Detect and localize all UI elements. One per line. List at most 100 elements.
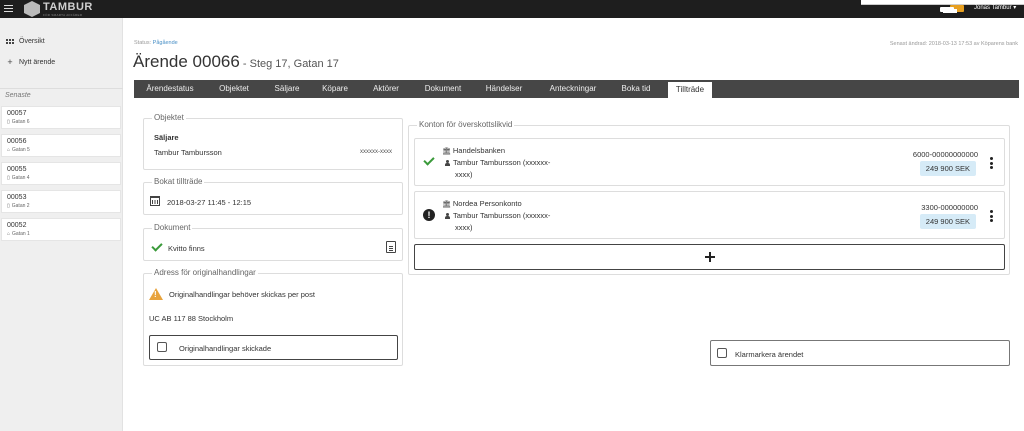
amount-badge: 249 900 SEK bbox=[919, 161, 976, 176]
tab-aktorer[interactable]: Aktörer bbox=[364, 80, 408, 98]
account-number: 6000-00000000000 bbox=[912, 150, 978, 159]
document-icon: ▯ bbox=[7, 203, 10, 209]
bank-icon: 🏛 bbox=[442, 148, 451, 155]
dokument-card: Dokument Kvitto finns bbox=[143, 223, 403, 261]
document-icon: ▯ bbox=[7, 175, 10, 181]
tab-handelser[interactable]: Händelser bbox=[478, 80, 530, 98]
recent-item[interactable]: 00052 ⌂ Gatan 1 bbox=[1, 218, 121, 241]
logo-mark-icon bbox=[24, 1, 40, 17]
user-name: Jonas Tambur bbox=[974, 5, 1012, 11]
recent-item[interactable]: 00057 ▯ Gatan 6 bbox=[1, 106, 121, 129]
sidebar-item-label: Nytt ärende bbox=[19, 58, 56, 66]
grid-icon bbox=[6, 38, 14, 44]
check-icon bbox=[423, 154, 435, 166]
notification-flag-icon[interactable] bbox=[940, 5, 964, 13]
recent-item-number: 00055 bbox=[7, 166, 27, 173]
recent-item-address: Gatan 6 bbox=[11, 119, 30, 125]
bank-icon: 🏛 bbox=[442, 201, 451, 208]
status-line: Status: Pågående bbox=[134, 40, 178, 46]
tab-dokument[interactable]: Dokument bbox=[416, 80, 470, 98]
account-owner-cont: xxxx) bbox=[455, 223, 473, 232]
tab-anteckningar[interactable]: Anteckningar bbox=[539, 80, 607, 98]
tab-bar: Ärendestatus Objektet Säljare Köpare Akt… bbox=[134, 80, 1019, 98]
status-value[interactable]: Pågående bbox=[153, 40, 178, 46]
tab-boka-tid[interactable]: Boka tid bbox=[614, 80, 658, 98]
tab-kopare[interactable]: Köpare bbox=[314, 80, 356, 98]
warning-icon bbox=[149, 288, 163, 300]
document-icon[interactable] bbox=[386, 241, 396, 253]
user-icon bbox=[445, 213, 450, 219]
originals-sent-label: Originalhandlingar skickade bbox=[179, 344, 272, 353]
sidebar: Översikt + Nytt ärende Senaste 00057 ▯ Ga… bbox=[0, 18, 123, 431]
account-row: ! 🏛 Nordea Personkonto Tambur Tambursson … bbox=[414, 191, 1005, 239]
status-label: Status: bbox=[134, 40, 152, 46]
user-icon bbox=[445, 160, 450, 166]
user-menu[interactable]: Jonas Tambur ▾ bbox=[974, 4, 1016, 11]
bank-name: Nordea Personkonto bbox=[452, 199, 522, 208]
logo[interactable]: TAMBUR FÖR SMARTA AFFÄRER bbox=[24, 0, 93, 18]
sidebar-item-label: Översikt bbox=[19, 37, 45, 45]
originals-sent-checkbox[interactable]: Originalhandlingar skickade bbox=[149, 335, 398, 360]
recent-item-number: 00057 bbox=[7, 110, 27, 117]
account-bank: 🏛 Handelsbanken bbox=[442, 146, 505, 155]
top-bar: TAMBUR FÖR SMARTA AFFÄRER Jonas Tambur ▾ bbox=[0, 0, 1024, 18]
account-number: 3300-000000000 bbox=[921, 203, 978, 212]
objektet-card: Objektet Säljare Tambur Tambursson xxxxx… bbox=[143, 113, 403, 170]
caret-down-icon: ▾ bbox=[1013, 5, 1017, 11]
mark-complete-label: Klarmarkera ärendet bbox=[735, 350, 804, 359]
recent-item-address: Gatan 2 bbox=[11, 203, 30, 209]
hamburger-menu-icon[interactable] bbox=[4, 5, 13, 13]
case-title: Ärende 00066 bbox=[133, 52, 240, 71]
calendar-icon bbox=[150, 196, 160, 206]
document-icon: ▯ bbox=[7, 119, 10, 125]
account-bank: 🏛 Nordea Personkonto bbox=[442, 199, 522, 208]
recent-item-address: Gatan 5 bbox=[12, 147, 30, 153]
amount-badge: 249 900 SEK bbox=[919, 214, 976, 229]
add-account-button[interactable] bbox=[414, 244, 1005, 270]
postal-address: UC AB 117 88 Stockholm bbox=[149, 314, 234, 323]
recent-item[interactable]: 00056 ⌂ Gatan 5 bbox=[1, 134, 121, 157]
objektet-legend: Objektet bbox=[152, 113, 186, 123]
tab-arendestatus[interactable]: Ärendestatus bbox=[140, 80, 200, 98]
konton-legend: Konton för överskottslikvid bbox=[417, 120, 515, 130]
checkbox-icon[interactable] bbox=[157, 342, 167, 352]
seller-ssn: xxxxxx-xxxx bbox=[360, 149, 392, 155]
recent-heading: Senaste bbox=[5, 92, 31, 99]
logo-text: TAMBUR bbox=[43, 0, 93, 13]
page-title: Ärende 00066 - Steg 17, Gatan 17 bbox=[133, 52, 339, 72]
account-owner-cont: xxxx) bbox=[455, 170, 473, 179]
case-subtitle: - Steg 17, Gatan 17 bbox=[239, 58, 339, 70]
more-options-icon[interactable] bbox=[990, 157, 993, 169]
recent-item[interactable]: 00055 ▯ Gatan 4 bbox=[1, 162, 121, 185]
account-owner: Tambur Tambursson (xxxxxx- bbox=[445, 211, 550, 220]
adress-legend: Adress för originalhandlingar bbox=[152, 268, 258, 278]
sidebar-item-nytt-arende[interactable]: + Nytt ärende bbox=[6, 56, 55, 68]
adress-card: Adress för originalhandlingar Originalha… bbox=[143, 268, 403, 366]
recent-item[interactable]: 00053 ▯ Gatan 2 bbox=[1, 190, 121, 213]
alert-icon: ! bbox=[423, 209, 435, 221]
home-icon: ⌂ bbox=[7, 147, 11, 153]
logo-subtext: FÖR SMARTA AFFÄRER bbox=[43, 12, 83, 17]
seller-role: Säljare bbox=[154, 133, 179, 142]
checkbox-icon[interactable] bbox=[717, 348, 727, 358]
tab-objektet[interactable]: Objektet bbox=[208, 80, 260, 98]
bank-name: Handelsbanken bbox=[452, 146, 506, 155]
recent-item-address: Gatan 1 bbox=[12, 231, 30, 237]
document-status: Kvitto finns bbox=[168, 244, 205, 253]
dokument-legend: Dokument bbox=[152, 223, 193, 233]
recent-item-number: 00053 bbox=[7, 194, 27, 201]
sidebar-divider bbox=[0, 88, 123, 89]
booked-datetime: 2018-03-27 11:45 - 12:15 bbox=[167, 198, 252, 207]
sidebar-item-oversikt[interactable]: Översikt bbox=[6, 35, 45, 47]
bokat-legend: Bokat tillträde bbox=[152, 177, 205, 187]
last-updated: Senast ändrad: 2018-03-13 17:53 av Köpar… bbox=[889, 41, 1018, 47]
owner-name: Tambur Tambursson (xxxxxx- bbox=[453, 158, 551, 167]
recent-item-number: 00052 bbox=[7, 222, 27, 229]
konton-card: Konton för överskottslikvid 🏛 Handelsbank… bbox=[408, 120, 1010, 275]
address-warning: Originalhandlingar behöver skickas per p… bbox=[169, 290, 315, 299]
recent-item-number: 00056 bbox=[7, 138, 27, 145]
mark-complete-checkbox[interactable]: Klarmarkera ärendet bbox=[710, 340, 1010, 366]
more-options-icon[interactable] bbox=[990, 210, 993, 222]
tab-tilltrade[interactable]: Tillträde bbox=[668, 82, 712, 98]
tab-saljare[interactable]: Säljare bbox=[267, 80, 307, 98]
